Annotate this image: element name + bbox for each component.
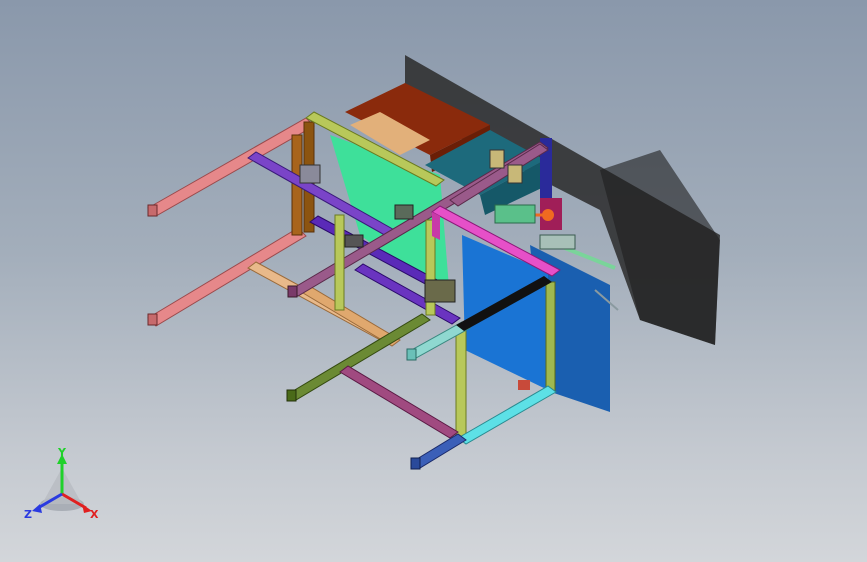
bracket-small <box>518 380 530 390</box>
component-2 <box>507 164 523 184</box>
component-6 <box>394 204 414 220</box>
component-1 <box>489 149 505 169</box>
pink-tube-upper <box>147 117 315 217</box>
olive-post-3 <box>455 329 467 443</box>
mauve-tube-end <box>287 285 298 298</box>
y-axis-label: Y <box>57 446 67 459</box>
pink-tube-end-lower <box>147 313 158 326</box>
component-3 <box>299 164 321 184</box>
plum-tube <box>339 365 459 439</box>
magenta-rail-side <box>432 212 440 240</box>
navy-tube-end <box>410 457 421 470</box>
olive-post-1 <box>334 214 345 311</box>
x-axis-label: X <box>90 508 99 521</box>
pink-tube-end-upper <box>147 204 158 217</box>
component-4 <box>424 279 456 303</box>
assembly-model-view[interactable] <box>0 0 867 562</box>
component-5 <box>344 234 364 248</box>
olive-post-4 <box>545 281 556 393</box>
grey-slide <box>539 234 576 250</box>
dark-green-tube-end <box>286 389 297 402</box>
cad-viewport[interactable]: Y X Z <box>0 0 867 562</box>
cyan-block <box>494 204 536 224</box>
z-axis-label: Z <box>24 508 32 521</box>
cyan-tube-end <box>406 348 417 361</box>
axis-triad: Y X Z <box>24 446 99 521</box>
light-blue-rail <box>457 385 557 445</box>
